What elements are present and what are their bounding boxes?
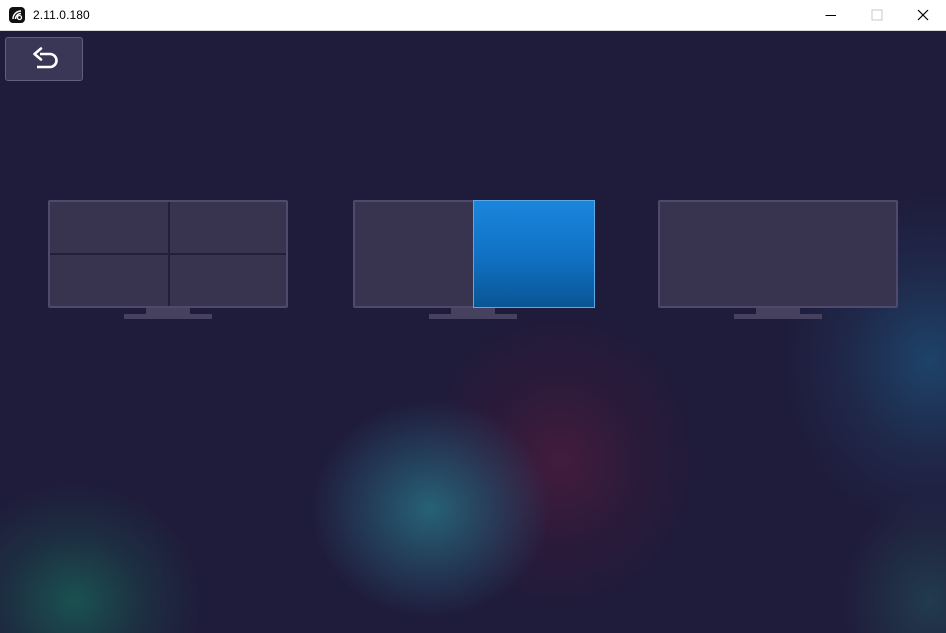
monitor-screen	[353, 200, 595, 308]
minimize-button[interactable]	[808, 0, 854, 30]
monitor-stand-base	[124, 314, 212, 319]
close-icon	[917, 9, 929, 21]
minimize-icon	[825, 15, 836, 16]
maximize-icon	[871, 9, 883, 21]
layout-option-split[interactable]	[353, 200, 595, 322]
app-logo-icon	[9, 7, 25, 23]
back-button[interactable]	[5, 37, 83, 81]
layout-option-quad[interactable]	[48, 200, 288, 322]
back-arrow-icon	[33, 47, 58, 69]
layout-option-single[interactable]	[658, 200, 898, 322]
layout-selection-area	[0, 31, 946, 633]
title-bar: 2.11.0.180	[0, 0, 946, 31]
monitor-stand-base	[734, 314, 822, 319]
pane-divider-horizontal	[50, 253, 286, 255]
maximize-button[interactable]	[854, 0, 900, 30]
monitor-screen	[658, 200, 898, 308]
monitor-screen	[48, 200, 288, 308]
app-window: 2.11.0.180	[0, 0, 946, 633]
selected-pane-right[interactable]	[473, 200, 595, 308]
window-title: 2.11.0.180	[33, 8, 90, 22]
close-button[interactable]	[900, 0, 946, 30]
monitor-stand-base	[429, 314, 517, 319]
